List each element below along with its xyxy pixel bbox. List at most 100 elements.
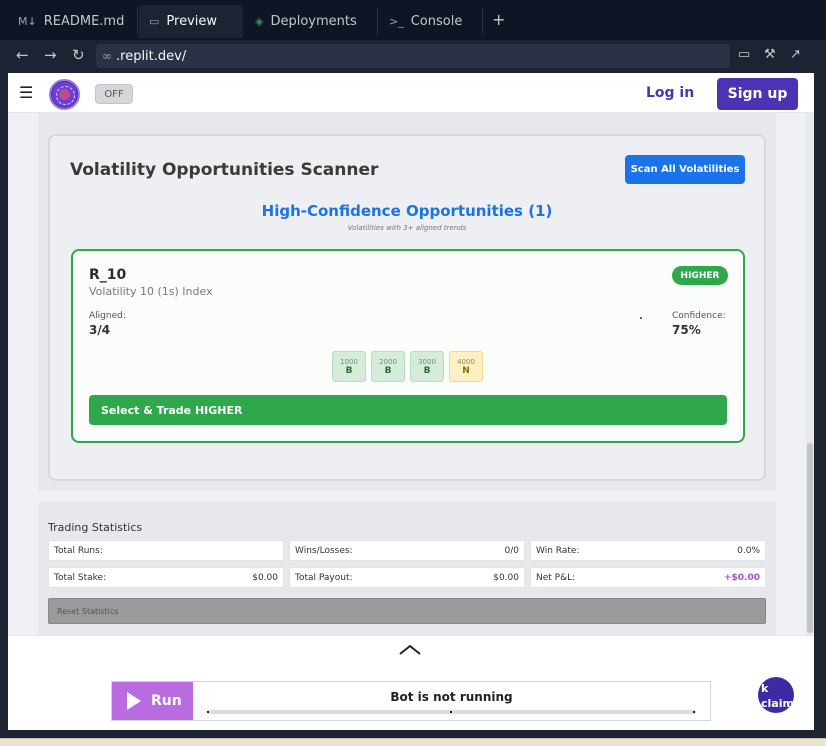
link-icon: ∞ <box>102 49 112 63</box>
deployments-icon: ◈ <box>255 15 264 28</box>
wrench-icon[interactable]: ⚒ <box>764 47 776 62</box>
stat-value: $0.00 <box>252 572 278 583</box>
console-icon: >_ <box>389 15 404 28</box>
timeframe-signal: N <box>462 365 470 376</box>
tab-divider <box>377 8 378 34</box>
timeframe-signal: B <box>384 365 392 376</box>
timeframe-period: 4000 <box>457 357 475 366</box>
app-header: ☰ OFF Log in Sign up <box>8 73 814 113</box>
run-label: Run <box>151 693 182 709</box>
stat-total-runs: Total Runs: <box>48 540 284 561</box>
open-external-icon[interactable]: ↗ <box>790 47 801 62</box>
url-input[interactable]: ∞ .replit.dev/ <box>96 44 730 68</box>
scanner-title: Volatility Opportunities Scanner <box>70 160 379 180</box>
claim-chat-button[interactable]: k claim <box>758 677 794 713</box>
trading-statistics: Trading Statistics Total Runs: Wins/Loss… <box>38 502 776 635</box>
confidence-label: Confidence: <box>672 311 726 321</box>
bot-status: Bot is not running <box>193 682 710 720</box>
run-button[interactable]: Run <box>112 682 193 720</box>
stat-label: Net P&L: <box>536 572 576 583</box>
timeframe-chip: 2000 B <box>371 351 405 382</box>
timeframe-period: 1000 <box>340 357 358 366</box>
tab-divider <box>482 8 483 34</box>
progress-marker <box>207 711 209 713</box>
url-text: .replit.dev/ <box>116 48 187 64</box>
stat-total-payout: Total Payout: $0.00 <box>289 567 525 588</box>
scan-all-button[interactable]: Scan All Volatilities <box>625 155 745 184</box>
tab-console[interactable]: >_ Console <box>379 5 472 38</box>
stat-total-stake: Total Stake: $0.00 <box>48 567 284 588</box>
timeframe-period: 3000 <box>418 357 436 366</box>
scrollbar-thumb[interactable] <box>807 443 813 633</box>
tab-deployments[interactable]: ◈ Deployments <box>245 5 367 38</box>
login-button[interactable]: Log in <box>646 85 694 101</box>
tab-preview[interactable]: ▭ Preview <box>139 5 243 38</box>
preview-url-bar: ← → ↻ ∞ .replit.dev/ ▭ ⚒ ↗ <box>0 40 826 72</box>
markdown-icon: M↓ <box>18 15 37 28</box>
devices-icon[interactable]: ▭ <box>738 47 750 62</box>
tab-label: Preview <box>166 14 218 29</box>
high-confidence-subtitle: Volatilities with 3+ aligned trends <box>347 224 467 232</box>
reset-statistics-button[interactable]: Reset Statistics <box>48 598 766 624</box>
bot-control-panel: Run Bot is not running k claim <box>8 635 814 730</box>
direction-badge: HIGHER <box>672 266 728 285</box>
reload-icon[interactable]: ↻ <box>72 46 85 64</box>
back-icon[interactable]: ← <box>16 46 29 64</box>
tab-label: Deployments <box>270 14 357 29</box>
chat-text-line1: k <box>761 682 769 695</box>
stat-value: $0.00 <box>493 572 519 583</box>
chevron-up-icon[interactable] <box>398 642 422 656</box>
stat-label: Wins/Losses: <box>295 545 353 556</box>
stat-label: Total Runs: <box>54 545 103 556</box>
menu-icon[interactable]: ☰ <box>19 83 33 102</box>
statistics-title: Trading Statistics <box>48 521 143 534</box>
timeframe-signals: 1000 B 2000 B 3000 B 4000 N <box>332 351 483 382</box>
stat-net-pnl: Net P&L: +$0.00 <box>530 567 766 588</box>
select-trade-button[interactable]: Select & Trade HIGHER <box>89 395 727 425</box>
timeframe-signal: B <box>345 365 353 376</box>
signup-button[interactable]: Sign up <box>717 78 798 110</box>
tab-readme[interactable]: M↓ README.md <box>8 5 134 38</box>
bot-status-text: Bot is not running <box>390 690 513 704</box>
bot-progress-track <box>207 710 696 714</box>
stat-label: Win Rate: <box>536 545 580 556</box>
timeframe-chip: 1000 B <box>332 351 366 382</box>
new-tab-button[interactable]: + <box>492 10 505 29</box>
web-preview: ☰ OFF Log in Sign up Volatility Opportun… <box>8 73 814 730</box>
timeframe-chip: 4000 N <box>449 351 483 382</box>
scanner-section: Volatility Opportunities Scanner Scan Al… <box>38 113 776 491</box>
confidence-value: 75% <box>672 323 701 337</box>
app-logo[interactable] <box>49 79 80 110</box>
page-scrollbar[interactable] <box>806 113 814 635</box>
stat-win-rate: Win Rate: 0.0% <box>530 540 766 561</box>
tab-label: README.md <box>43 14 125 29</box>
chat-text-line2: claim <box>761 697 794 710</box>
separator-dot <box>640 317 642 319</box>
aligned-value: 3/4 <box>89 323 111 337</box>
play-icon <box>127 692 141 710</box>
tab-label: Console <box>410 14 463 29</box>
progress-marker <box>693 711 695 713</box>
scanner-panel: Volatility Opportunities Scanner Scan Al… <box>48 134 766 481</box>
timeframe-period: 2000 <box>379 357 397 366</box>
stat-label: Total Payout: <box>295 572 353 583</box>
page-content[interactable]: Volatility Opportunities Scanner Scan Al… <box>8 113 814 635</box>
ide-tab-bar: M↓ README.md ▭ Preview ◈ Deployments >_ … <box>0 0 826 40</box>
high-confidence-title: High-Confidence Opportunities (1) <box>261 202 553 220</box>
aligned-label: Aligned: <box>89 311 126 321</box>
toggle-switch[interactable]: OFF <box>95 84 133 104</box>
timeframe-signal: B <box>423 365 431 376</box>
stat-value: 0.0% <box>737 545 760 556</box>
tab-divider <box>137 8 138 34</box>
timeframe-chip: 3000 B <box>410 351 444 382</box>
opportunity-card[interactable]: R_10 Volatility 10 (1s) Index HIGHER Ali… <box>71 249 745 443</box>
stat-wins-losses: Wins/Losses: 0/0 <box>289 540 525 561</box>
stat-label: Total Stake: <box>54 572 107 583</box>
stat-value: +$0.00 <box>723 572 760 583</box>
opportunity-name: Volatility 10 (1s) Index <box>89 285 213 298</box>
opportunity-symbol: R_10 <box>89 267 127 283</box>
forward-icon[interactable]: → <box>44 46 57 64</box>
stat-value: 0/0 <box>504 545 519 556</box>
progress-marker <box>450 711 452 713</box>
window-bottom-edge <box>0 738 826 746</box>
